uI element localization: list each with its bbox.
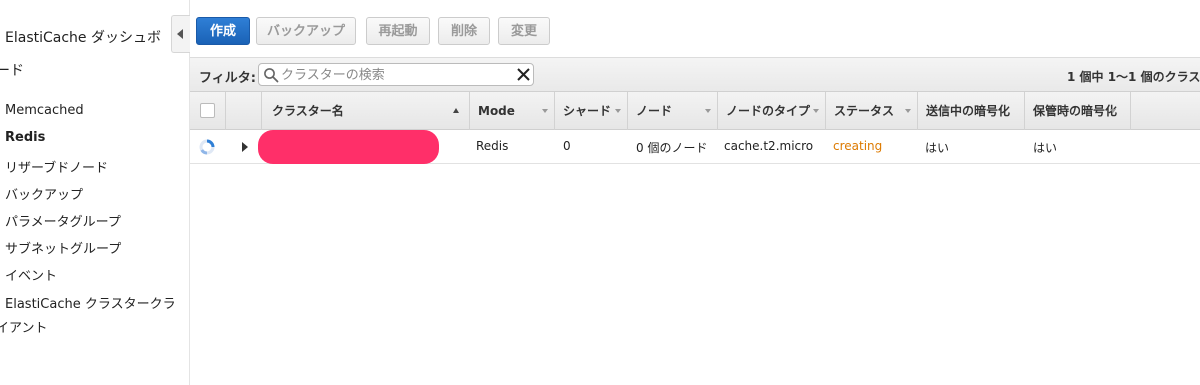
delete-button[interactable]: 削除	[438, 17, 490, 45]
column-label-cluster-name: クラスター名	[272, 104, 344, 118]
sort-asc-icon	[453, 108, 459, 113]
cluster-search-box[interactable]	[258, 63, 534, 86]
column-label-encryption-in-transit: 送信中の暗号化	[926, 104, 1011, 118]
column-header-encryption-in-transit[interactable]: 送信中の暗号化	[918, 92, 1025, 130]
column-header-cluster-name[interactable]: クラスター名	[262, 92, 470, 130]
sidebar-item-backups[interactable]: バックアップ	[5, 184, 83, 203]
create-button[interactable]: 作成	[196, 17, 250, 45]
column-label-shards: シャード	[563, 104, 612, 118]
cell-nodes: 0 個のノード	[636, 141, 708, 155]
sort-caret-icon	[813, 109, 819, 113]
cell-shards: 0	[563, 139, 571, 153]
cell-mode: Redis	[476, 139, 509, 153]
column-label-mode: Mode	[478, 104, 515, 118]
sidebar: ElastiCache ダッシュボ ード Memcached Redis リザー…	[0, 0, 190, 385]
loading-spinner-icon	[199, 139, 215, 155]
column-header-mode[interactable]: Mode	[470, 92, 555, 130]
cell-status: creating	[833, 139, 883, 153]
chevron-left-icon	[177, 29, 183, 39]
column-header-node-type[interactable]: ノードのタイプ	[718, 92, 826, 130]
column-header-nodes[interactable]: ノード	[628, 92, 718, 130]
table-row[interactable]: Redis 0 0 個のノード cache.t2.micro creating …	[190, 130, 1200, 164]
expand-column-header	[226, 92, 262, 130]
sort-caret-icon	[1110, 109, 1116, 113]
backup-button[interactable]: バックアップ	[256, 17, 356, 45]
cell-node-type: cache.t2.micro	[724, 139, 814, 153]
sidebar-item-reserved-nodes[interactable]: リザーブドノード	[5, 157, 108, 176]
column-header-shards[interactable]: シャード	[555, 92, 628, 130]
sidebar-item-cluster-client[interactable]: ElastiCache クラスタークラ	[5, 293, 176, 312]
sidebar-item-redis[interactable]: Redis	[5, 130, 45, 145]
select-all-column	[190, 92, 226, 130]
column-label-encryption-at-rest: 保管時の暗号化	[1033, 104, 1118, 118]
sidebar-item-events[interactable]: イベント	[5, 265, 57, 284]
filter-label: フィルタ:	[199, 71, 256, 86]
cell-encryption-at-rest: はい	[1033, 141, 1058, 155]
column-header-status[interactable]: ステータス	[826, 92, 918, 130]
sidebar-title-dashboard-wrap[interactable]: ード	[0, 60, 24, 80]
select-all-checkbox[interactable]	[200, 103, 215, 118]
table-header: クラスター名 Mode シャード ノード ノードのタイプ ステータス 送信中の暗…	[190, 92, 1200, 130]
sidebar-item-cluster-client-wrap[interactable]: イアント	[0, 317, 47, 336]
column-label-status: ステータス	[834, 104, 895, 118]
column-label-node-type: ノードのタイプ	[726, 104, 811, 118]
sidebar-item-subnet-groups[interactable]: サブネットグループ	[5, 238, 121, 257]
sidebar-item-parameter-groups[interactable]: パラメータグループ	[5, 211, 121, 230]
search-icon	[264, 68, 279, 83]
reboot-button[interactable]: 再起動	[366, 17, 430, 45]
filter-bar: フィルタ: 1 個中 1〜1 個のクラス	[190, 57, 1200, 92]
column-label-nodes: ノード	[636, 104, 673, 118]
sidebar-collapse-button[interactable]	[171, 15, 190, 53]
sort-caret-icon	[705, 109, 711, 113]
expand-row-icon[interactable]	[242, 142, 248, 152]
sidebar-title-dashboard[interactable]: ElastiCache ダッシュボ	[5, 28, 175, 48]
pagination-info: 1 個中 1〜1 個のクラス	[1067, 70, 1200, 84]
search-input[interactable]	[281, 66, 511, 84]
modify-button[interactable]: 変更	[498, 17, 550, 45]
sidebar-item-memcached[interactable]: Memcached	[5, 103, 84, 118]
sort-caret-icon	[542, 109, 548, 113]
cell-encryption-in-transit: はい	[925, 141, 950, 155]
clear-icon[interactable]	[516, 67, 531, 82]
sort-caret-icon	[615, 109, 621, 113]
redacted-cluster-name	[258, 130, 439, 164]
column-header-encryption-at-rest[interactable]: 保管時の暗号化	[1025, 92, 1131, 130]
sort-caret-icon	[905, 109, 911, 113]
